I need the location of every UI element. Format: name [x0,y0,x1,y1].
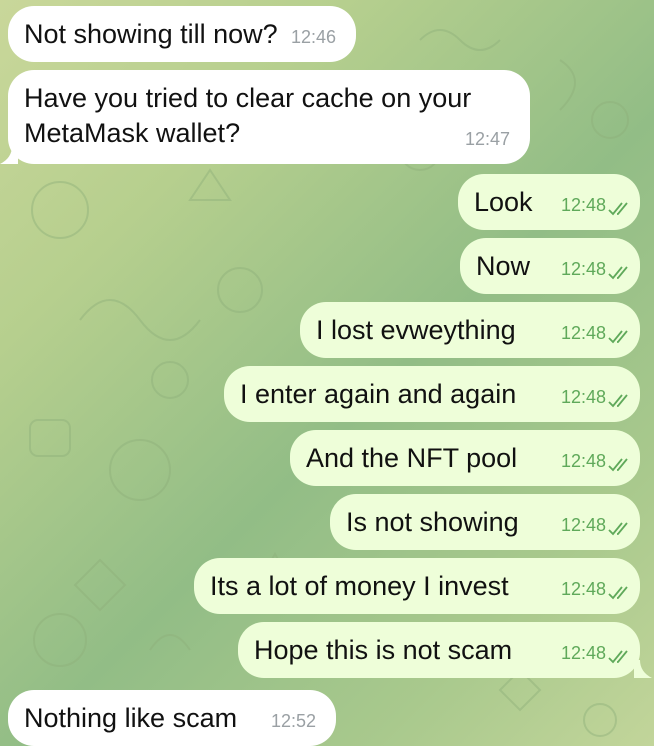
message-time: 12:48 [560,259,606,279]
message-time: 12:46 [290,27,336,47]
message-incoming[interactable]: Nothing like scam 12:52 [8,690,336,746]
message-outgoing[interactable]: I enter again and again 12:48 [224,366,640,422]
double-check-icon [608,458,628,472]
message-text: Hope this is not scam [254,635,513,665]
double-check-icon [608,266,628,280]
message-time: 12:48 [560,195,606,215]
message-time: 12:47 [464,129,510,149]
message-time: 12:48 [560,579,606,599]
message-outgoing[interactable]: Now 12:48 [460,238,640,294]
double-check-icon [608,650,628,664]
message-incoming[interactable]: Not showing till now? 12:46 [8,6,356,62]
chat-message-list: Not showing till now? 12:46 Have you tri… [0,0,654,746]
message-text: Now [476,251,531,281]
message-incoming[interactable]: Have you tried to clear cache on your Me… [8,70,530,164]
message-text: Is not showing [346,507,519,537]
message-time: 12:48 [560,515,606,535]
message-text: Its a lot of money I invest [210,571,509,601]
bubble-tail [634,660,652,678]
double-check-icon [608,202,628,216]
double-check-icon [608,586,628,600]
message-text-line-1: Have you tried to clear cache on your [24,83,472,113]
message-time: 12:48 [560,387,606,407]
message-time: 12:52 [270,711,316,731]
message-time: 12:48 [560,643,606,663]
message-time: 12:48 [560,323,606,343]
message-text: And the NFT pool [306,443,518,473]
message-text-line-2: MetaMask wallet? [24,118,241,148]
message-text: Look [474,187,533,217]
double-check-icon [608,522,628,536]
bubble-tail [0,146,18,164]
message-outgoing[interactable]: Hope this is not scam 12:48 [238,622,640,678]
message-outgoing[interactable]: Is not showing 12:48 [330,494,640,550]
message-text: Nothing like scam [24,703,238,733]
double-check-icon [608,330,628,344]
message-text: Not showing till now? [24,19,278,49]
message-text: I lost evweything [316,315,516,345]
message-text: I enter again and again [240,379,517,409]
double-check-icon [608,394,628,408]
message-outgoing[interactable]: I lost evweything 12:48 [300,302,640,358]
message-time: 12:48 [560,451,606,471]
message-outgoing[interactable]: Its a lot of money I invest 12:48 [194,558,640,614]
message-outgoing[interactable]: And the NFT pool 12:48 [290,430,640,486]
message-outgoing[interactable]: Look 12:48 [458,174,640,230]
